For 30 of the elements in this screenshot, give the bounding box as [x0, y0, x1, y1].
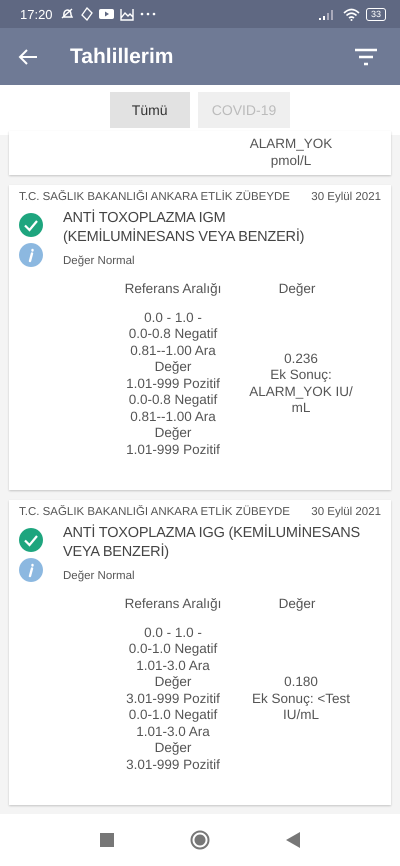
institution-name: T.C. SAĞLIK BAKANLIĞI ANKARA ETLİK ZÜBEYDE — [19, 191, 290, 203]
result-value: ALARM_YOK pmol/L — [248, 136, 334, 169]
result-status: Değer Normal — [63, 255, 136, 267]
reference-range: 0.0 - 1.0 - 0.0-1.0 Negatif 1.01-3.0 Ara Değer 3.01-999 Pozitif 0.0-1.0 Negatif 1.01-3.0 Ara Değer 3.01-999 Pozitif — [125, 624, 221, 773]
reference-range: 0.0 - 1.0 - 0.0-0.8 Negatif 0.81--1.00 Ara Değer 1.01-999 Pozitif 0.0-0.8 Negatif 0.81--1.00 Ara Değer 1.01-999 Pozitif — [125, 310, 221, 458]
result-status: Değer Normal — [63, 570, 136, 582]
column-header: Referans Aralığı — [124, 281, 222, 298]
test-name: ANTİ TOXOPLAZMA IGG (KEMİLUMİNESANS VEYA BENZERİ) — [63, 524, 360, 562]
filter-tab[interactable]: Tümü — [110, 92, 190, 128]
status-time: 17:20 — [20, 6, 53, 22]
result-value: 0.180 Ek Sonuç: <Test IU/mL — [251, 674, 351, 724]
tag-icon — [80, 7, 93, 21]
result-date: 30 Eylül 2021 — [311, 506, 381, 518]
back-arrow-icon[interactable] — [18, 48, 38, 66]
column-header: Değer — [278, 281, 316, 298]
column-header: Değer — [278, 596, 316, 612]
more-icon — [140, 12, 156, 16]
result-date: 30 Eylül 2021 — [311, 191, 381, 203]
image-icon — [120, 8, 134, 20]
video-icon — [98, 8, 114, 20]
home-icon[interactable] — [190, 830, 210, 850]
wifi-icon — [342, 8, 360, 20]
column-header: Referans Aralığı — [124, 596, 222, 612]
back-icon[interactable] — [286, 832, 300, 848]
institution-name: T.C. SAĞLIK BAKANLIĞI ANKARA ETLİK ZÜBEYDE — [19, 506, 290, 518]
battery-icon: 33 — [366, 8, 386, 20]
result-value: 0.236 Ek Sonuç: ALARM_YOK IU/ mL — [248, 350, 354, 417]
filter-icon[interactable] — [354, 48, 378, 66]
page-title: Tahlillerim — [70, 44, 174, 68]
test-name: ANTİ TOXOPLAZMA IGM (KEMİLUMİNESANS VEYA BENZERİ) — [63, 209, 304, 247]
